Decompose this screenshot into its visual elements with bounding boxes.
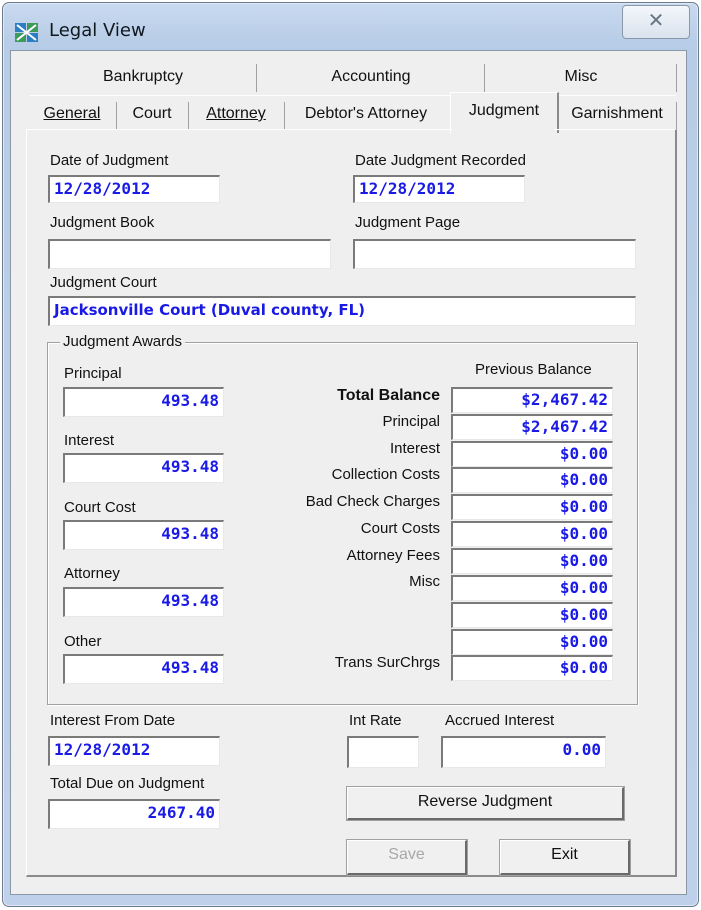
balance-value-court-costs[interactable]: $0.00 bbox=[451, 521, 613, 547]
date-judgment-recorded-label: Date Judgment Recorded bbox=[355, 152, 526, 169]
tab-row-line bbox=[30, 95, 676, 96]
app-icon bbox=[15, 23, 38, 42]
judgment-court-label: Judgment Court bbox=[50, 274, 157, 291]
tab-general[interactable]: General bbox=[30, 97, 114, 131]
tab-divider bbox=[256, 64, 257, 92]
total-due-label: Total Due on Judgment bbox=[50, 775, 205, 792]
award-attorney-field[interactable]: 493.48 bbox=[63, 587, 224, 617]
balance-value-blank-1[interactable]: $0.00 bbox=[451, 602, 613, 628]
date-of-judgment-field[interactable]: 12/28/2012 bbox=[48, 175, 220, 203]
balance-label-attorney-fees: Attorney Fees bbox=[346, 547, 440, 564]
award-interest-label: Interest bbox=[64, 432, 115, 449]
judgment-awards-title: Judgment Awards bbox=[60, 333, 185, 350]
tab-divider bbox=[284, 102, 285, 130]
balance-value-attorney-fees[interactable]: $0.00 bbox=[451, 548, 613, 574]
close-icon: ✕ bbox=[647, 10, 665, 32]
balance-value-misc[interactable]: $0.00 bbox=[451, 575, 613, 601]
tab-court[interactable]: Court bbox=[118, 97, 186, 131]
judgment-page-field[interactable] bbox=[353, 239, 636, 269]
tab-divider bbox=[188, 102, 189, 130]
balance-value-bad-check-charges[interactable]: $0.00 bbox=[451, 494, 613, 520]
judgment-book-label: Judgment Book bbox=[50, 214, 155, 231]
tab-debtors-attorney[interactable]: Debtor's Attorney bbox=[286, 97, 446, 131]
tab-accounting[interactable]: Accounting bbox=[258, 60, 484, 94]
balance-label-collection-costs: Collection Costs bbox=[331, 466, 440, 483]
award-other-label: Other bbox=[64, 633, 102, 650]
int-rate-label: Int Rate bbox=[349, 712, 402, 729]
tab-judgment[interactable]: Judgment bbox=[452, 94, 556, 128]
balance-label-bad-check-charges: Bad Check Charges bbox=[305, 493, 440, 510]
reverse-judgment-button[interactable]: Reverse Judgment bbox=[347, 787, 624, 820]
total-due-field[interactable]: 2467.40 bbox=[48, 799, 220, 829]
balance-label-interest: Interest bbox=[389, 440, 440, 457]
save-button[interactable]: Save bbox=[347, 840, 467, 875]
award-court-cost-label: Court Cost bbox=[64, 499, 136, 516]
award-attorney-label: Attorney bbox=[64, 565, 120, 582]
date-judgment-recorded-field[interactable]: 12/28/2012 bbox=[353, 175, 525, 203]
interest-from-date-field[interactable]: 12/28/2012 bbox=[48, 736, 220, 766]
award-principal-label: Principal bbox=[64, 365, 122, 382]
judgment-book-field[interactable] bbox=[48, 239, 331, 269]
tab-divider bbox=[676, 64, 677, 92]
judgment-page-label: Judgment Page bbox=[355, 214, 461, 231]
balance-value-collection-costs[interactable]: $0.00 bbox=[451, 467, 613, 493]
exit-button[interactable]: Exit bbox=[500, 840, 630, 875]
close-button[interactable]: ✕ bbox=[622, 5, 690, 39]
accrued-interest-field[interactable]: 0.00 bbox=[441, 736, 606, 768]
tab-divider bbox=[484, 64, 485, 92]
tab-attorney[interactable]: Attorney bbox=[190, 97, 282, 131]
balance-label-total: Total Balance bbox=[337, 387, 440, 404]
balance-value-trans-surchrgs[interactable]: $0.00 bbox=[451, 655, 613, 681]
balance-value-blank-2[interactable]: $0.00 bbox=[451, 629, 613, 655]
int-rate-field[interactable] bbox=[347, 736, 419, 768]
title-bar[interactable]: Legal View ✕ bbox=[3, 3, 698, 53]
accrued-interest-label: Accrued Interest bbox=[445, 712, 555, 729]
window-title: Legal View bbox=[49, 20, 146, 41]
judgment-court-field[interactable]: Jacksonville Court (Duval county, FL) bbox=[48, 296, 636, 326]
tab-divider bbox=[676, 102, 677, 130]
tab-divider bbox=[116, 102, 117, 130]
interest-from-date-label: Interest From Date bbox=[50, 712, 176, 729]
tab-bankruptcy[interactable]: Bankruptcy bbox=[30, 60, 256, 94]
balance-label-trans-surchrgs: Trans SurChrgs bbox=[334, 654, 440, 671]
active-tab-join bbox=[452, 126, 555, 132]
balance-value-interest[interactable]: $0.00 bbox=[451, 441, 613, 467]
balance-label-court-costs: Court Costs bbox=[360, 520, 440, 537]
previous-balance-header: Previous Balance bbox=[475, 361, 592, 378]
date-of-judgment-label: Date of Judgment bbox=[50, 152, 169, 169]
tab-garnishment[interactable]: Garnishment bbox=[560, 97, 674, 131]
balance-value-total[interactable]: $2,467.42 bbox=[451, 387, 613, 413]
balance-label-principal: Principal bbox=[382, 413, 440, 430]
balance-label-misc: Misc bbox=[409, 573, 440, 590]
balance-value-principal[interactable]: $2,467.42 bbox=[451, 414, 613, 440]
tab-misc[interactable]: Misc bbox=[486, 60, 676, 94]
